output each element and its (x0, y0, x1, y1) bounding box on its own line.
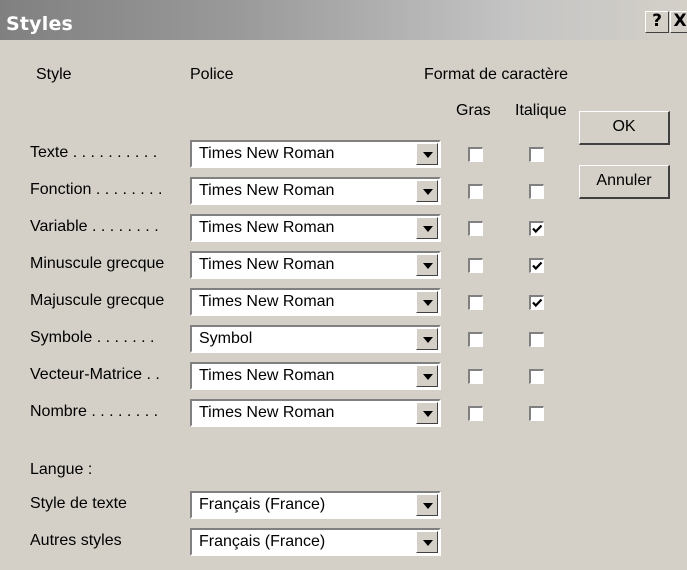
bold-checkbox[interactable] (468, 258, 483, 273)
style-row-label: Texte . . . . . . . . . . (30, 144, 158, 161)
language-row-label: Autres styles (30, 532, 122, 549)
language-select[interactable]: Français (France) (190, 528, 441, 556)
ok-button[interactable]: OK (579, 111, 670, 145)
font-select-value: Times New Roman (199, 367, 335, 384)
italic-checkbox[interactable] (529, 147, 544, 162)
help-button[interactable]: ? (645, 11, 669, 33)
bold-checkbox[interactable] (468, 406, 483, 421)
italic-checkbox[interactable] (529, 184, 544, 199)
style-row-label: Minuscule grecque (30, 255, 165, 272)
font-select-value: Times New Roman (199, 404, 335, 421)
font-select-value: Symbol (199, 330, 253, 347)
font-select[interactable]: Symbol (190, 325, 441, 353)
language-select-value: Français (France) (199, 496, 326, 513)
style-row-label: Fonction . . . . . . . . (30, 181, 163, 198)
font-select[interactable]: Times New Roman (190, 140, 441, 168)
header-italique: Italique (515, 102, 567, 119)
style-row-label: Symbole . . . . . . . (30, 329, 155, 346)
italic-checkbox[interactable] (529, 332, 544, 347)
bold-checkbox[interactable] (468, 184, 483, 199)
header-style: Style (36, 66, 72, 83)
style-row-label: Majuscule grecque (30, 292, 165, 309)
bold-checkbox[interactable] (468, 221, 483, 236)
close-button[interactable]: X (670, 11, 687, 33)
dropdown-arrow-icon[interactable] (416, 254, 438, 276)
header-gras: Gras (456, 102, 491, 119)
title-bar[interactable]: Styles ? X (0, 0, 687, 40)
font-select[interactable]: Times New Roman (190, 214, 441, 242)
italic-checkbox[interactable] (529, 369, 544, 384)
dropdown-arrow-icon[interactable] (416, 402, 438, 424)
font-select[interactable]: Times New Roman (190, 399, 441, 427)
cancel-button[interactable]: Annuler (579, 165, 670, 199)
dropdown-arrow-icon[interactable] (416, 494, 438, 516)
font-select[interactable]: Times New Roman (190, 288, 441, 316)
italic-checkbox[interactable] (529, 258, 544, 273)
dropdown-arrow-icon[interactable] (416, 328, 438, 350)
header-format: Format de caractère (424, 66, 569, 83)
styles-dialog: Styles ? X Style Police Format de caract… (0, 0, 687, 570)
font-select-value: Times New Roman (199, 256, 335, 273)
italic-checkbox[interactable] (529, 406, 544, 421)
font-select[interactable]: Times New Roman (190, 177, 441, 205)
dropdown-arrow-icon[interactable] (416, 531, 438, 553)
langue-heading: Langue : (30, 461, 93, 478)
dropdown-arrow-icon[interactable] (416, 291, 438, 313)
font-select-value: Times New Roman (199, 182, 335, 199)
language-select-value: Français (France) (199, 533, 326, 550)
language-row-label: Style de texte (30, 495, 127, 512)
dropdown-arrow-icon[interactable] (416, 180, 438, 202)
bold-checkbox[interactable] (468, 332, 483, 347)
italic-checkbox[interactable] (529, 221, 544, 236)
header-police: Police (190, 66, 234, 83)
style-row-label: Nombre . . . . . . . . (30, 403, 159, 420)
bold-checkbox[interactable] (468, 369, 483, 384)
italic-checkbox[interactable] (529, 295, 544, 310)
font-select-value: Times New Roman (199, 145, 335, 162)
font-select-value: Times New Roman (199, 293, 335, 310)
dropdown-arrow-icon[interactable] (416, 217, 438, 239)
bold-checkbox[interactable] (468, 295, 483, 310)
dropdown-arrow-icon[interactable] (416, 143, 438, 165)
dropdown-arrow-icon[interactable] (416, 365, 438, 387)
bold-checkbox[interactable] (468, 147, 483, 162)
style-row-label: Variable . . . . . . . . (30, 218, 159, 235)
language-select[interactable]: Français (France) (190, 491, 441, 519)
font-select[interactable]: Times New Roman (190, 251, 441, 279)
style-row-label: Vecteur-Matrice . . (30, 366, 160, 383)
dialog-title: Styles (6, 13, 74, 35)
font-select[interactable]: Times New Roman (190, 362, 441, 390)
font-select-value: Times New Roman (199, 219, 335, 236)
